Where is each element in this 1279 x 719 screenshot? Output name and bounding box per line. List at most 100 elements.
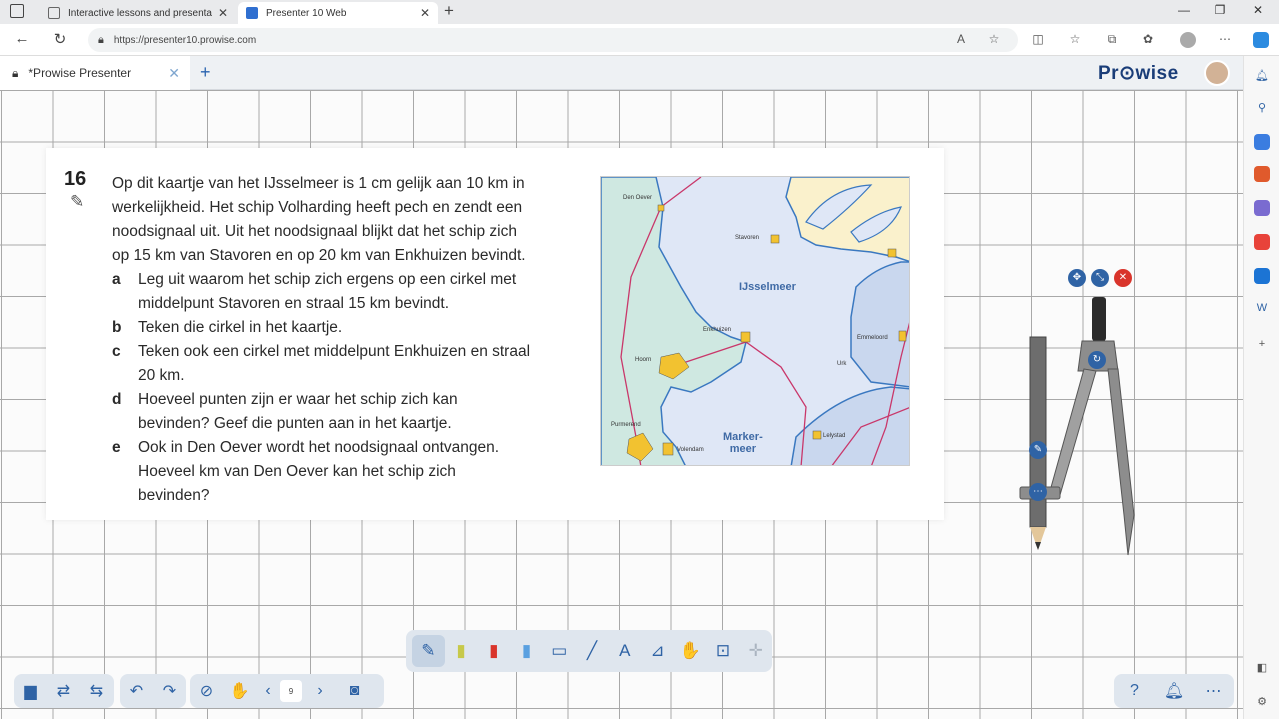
swap-layout-icon[interactable]: ⇄ xyxy=(47,676,80,706)
sidebar-settings-icon[interactable]: ⚙ xyxy=(1254,694,1270,710)
user-avatar[interactable] xyxy=(1204,60,1230,86)
markermeer-line: Marker- xyxy=(723,431,763,443)
office-icon[interactable] xyxy=(1254,234,1270,250)
next-page-icon[interactable]: › xyxy=(302,676,338,706)
ijsselmeer-map: Den Oever Stavoren Enkhuizen Hoorn Purme… xyxy=(600,176,910,466)
highlighter-yellow-icon[interactable]: ▮ xyxy=(445,635,478,667)
maximize-icon[interactable]: ❐ xyxy=(1210,3,1230,17)
close-tab-icon[interactable]: ✕ xyxy=(218,6,228,20)
help-icon[interactable]: ? xyxy=(1118,676,1151,706)
notifications-icon[interactable]: 🔔︎ xyxy=(1158,676,1191,706)
map-label-hoorn: Hoorn xyxy=(635,357,652,363)
sidebar-layout-icon[interactable]: ◧ xyxy=(1254,660,1270,676)
lock-icon: 🔒︎ xyxy=(12,65,19,80)
part-d: d Hoeveel punten zijn er waar het schip … xyxy=(112,388,582,436)
document-tab[interactable]: 🔒︎ *Prowise Presenter ✕ xyxy=(0,56,190,90)
more-options-icon[interactable]: ⋯ xyxy=(1197,676,1230,706)
math-tools-icon[interactable]: ⊿ xyxy=(641,635,674,667)
intro-line: werkelijkheid. Het schip Volharding heef… xyxy=(112,199,523,216)
browser-tab-presenter[interactable]: Presenter 10 Web ✕ xyxy=(238,2,438,24)
notification-bell-icon[interactable]: 🔔︎ xyxy=(1254,68,1270,84)
move-compass-icon[interactable]: ✥ xyxy=(1068,269,1086,287)
compass-options-icon[interactable]: ⋯ xyxy=(1029,483,1047,501)
text-tool-icon[interactable]: A xyxy=(608,635,641,667)
games-icon[interactable] xyxy=(1254,200,1270,216)
previous-page-icon[interactable]: ‹ xyxy=(256,676,280,706)
part-e: e Ook in Den Oever wordt het noodsignaal… xyxy=(112,436,582,508)
favorite-star-icon[interactable]: ☆ xyxy=(986,32,1002,48)
minimize-icon[interactable]: — xyxy=(1174,3,1194,17)
close-document-icon[interactable]: ✕ xyxy=(168,65,180,82)
page-number[interactable]: 9 xyxy=(280,680,302,702)
presenter-header: 🔒︎ *Prowise Presenter ✕ + Pr⊙wise xyxy=(0,56,1243,90)
designer-icon[interactable]: W xyxy=(1254,300,1270,316)
close-window-icon[interactable]: ✕ xyxy=(1248,3,1268,17)
close-compass-icon[interactable]: ✕ xyxy=(1114,269,1132,287)
undo-redo-toolbar: ↶ ↷ xyxy=(120,674,186,708)
search-icon[interactable]: ⚲ xyxy=(1254,100,1270,116)
map-label-stavoren: Stavoren xyxy=(735,235,760,241)
folder-icon[interactable]: ▆ xyxy=(14,676,47,706)
redo-icon[interactable]: ↷ xyxy=(153,676,186,706)
browser-tab-strip: Interactive lessons and presentat ✕ Pres… xyxy=(0,0,1279,24)
tools-icon[interactable] xyxy=(1254,166,1270,182)
map-label-den-oever: Den Oever xyxy=(623,195,653,201)
document-tab-title: *Prowise Presenter xyxy=(28,66,132,80)
add-document-button[interactable]: + xyxy=(200,62,211,83)
part-b: b Teken die cirkel in het kaartje. xyxy=(112,316,582,340)
tab-actions-icon[interactable] xyxy=(10,4,24,18)
collections-icon[interactable]: ⧉ xyxy=(1104,32,1120,48)
resize-compass-icon[interactable]: ⤡ xyxy=(1091,269,1109,287)
lock-icon: 🔒︎ xyxy=(98,33,104,46)
line-tool-icon[interactable]: ╱ xyxy=(576,635,609,667)
select-area-icon[interactable]: ⊡ xyxy=(707,635,740,667)
part-line: bevinden? xyxy=(138,487,210,504)
profile-icon[interactable] xyxy=(1180,32,1196,48)
favorites-icon[interactable]: ☆ xyxy=(1067,32,1083,48)
move-toolbar-icon[interactable]: ✛ xyxy=(739,635,772,667)
tab-title: Interactive lessons and presentat xyxy=(68,7,212,19)
pen-tool-icon[interactable]: ✎ xyxy=(412,635,445,667)
part-letter: e xyxy=(112,439,121,456)
url-field[interactable]: 🔒︎ https://presenter10.prowise.com xyxy=(88,28,1018,52)
part-letter: b xyxy=(112,319,122,336)
pan-hand-icon[interactable]: ✋ xyxy=(223,676,256,706)
new-tab-button[interactable]: + xyxy=(444,1,454,21)
exercise-card[interactable]: 16 ✎ Op dit kaartje van het IJsselmeer i… xyxy=(46,148,944,520)
rectangle-tool-icon[interactable]: ▭ xyxy=(543,635,576,667)
part-line: Hoeveel punten zijn er waar het schip zi… xyxy=(138,391,458,408)
refresh-icon[interactable]: ↻ xyxy=(50,30,70,48)
part-line: middelpunt Stavoren en straal 15 km bevi… xyxy=(138,295,450,312)
edge-sidebar: 🔔︎ ⚲ W + ◧ ⚙ xyxy=(1243,56,1279,719)
magic-tool-icon[interactable]: ✋ xyxy=(674,635,707,667)
undo-icon[interactable]: ↶ xyxy=(120,676,153,706)
exercise-number: 16 xyxy=(64,168,87,190)
copilot-icon[interactable] xyxy=(1253,32,1269,48)
shopping-icon[interactable] xyxy=(1254,134,1270,150)
intro-line: op 15 km van Stavoren en op 20 km van En… xyxy=(112,247,526,264)
part-line: 20 km. xyxy=(138,367,185,384)
transition-icon[interactable]: ⇆ xyxy=(80,676,113,706)
pen-color-icon[interactable]: ✎ xyxy=(1029,441,1047,459)
browser-tab-lessons[interactable]: Interactive lessons and presentat ✕ xyxy=(40,2,236,24)
add-sidebar-app-icon[interactable]: + xyxy=(1254,336,1270,352)
split-screen-icon[interactable]: ◫ xyxy=(1030,32,1046,48)
more-menu-icon[interactable]: ⋯ xyxy=(1217,32,1233,48)
close-tab-icon[interactable]: ✕ xyxy=(420,6,430,20)
exercise-intro: Op dit kaartje van het IJsselmeer is 1 c… xyxy=(112,172,582,268)
compass-nav-icon[interactable]: ⊘ xyxy=(190,676,223,706)
map-label-enkhuizen: Enkhuizen xyxy=(703,327,732,333)
screenshot-icon[interactable]: ◙ xyxy=(338,676,371,706)
outlook-icon[interactable] xyxy=(1254,268,1270,284)
markermeer-line: meer xyxy=(729,443,757,455)
marker-red-icon[interactable]: ▮ xyxy=(477,635,510,667)
drawing-toolbar: ✎ ▮ ▮ ▮ ▭ ╱ A ⊿ ✋ ⊡ ✛ xyxy=(406,630,772,672)
back-icon[interactable]: ← xyxy=(12,30,32,47)
part-letter: c xyxy=(112,343,121,360)
extensions-icon[interactable]: ✿ xyxy=(1140,32,1156,48)
read-aloud-icon[interactable]: A xyxy=(953,32,969,48)
rotate-compass-icon[interactable]: ↻ xyxy=(1088,351,1106,369)
compass-tool[interactable]: ✥ ⤡ ✕ ↻ ✎ ⋯ xyxy=(1010,265,1150,565)
map-label-markermeer: Marker- meer xyxy=(723,431,763,455)
eraser-icon[interactable]: ▮ xyxy=(510,635,543,667)
